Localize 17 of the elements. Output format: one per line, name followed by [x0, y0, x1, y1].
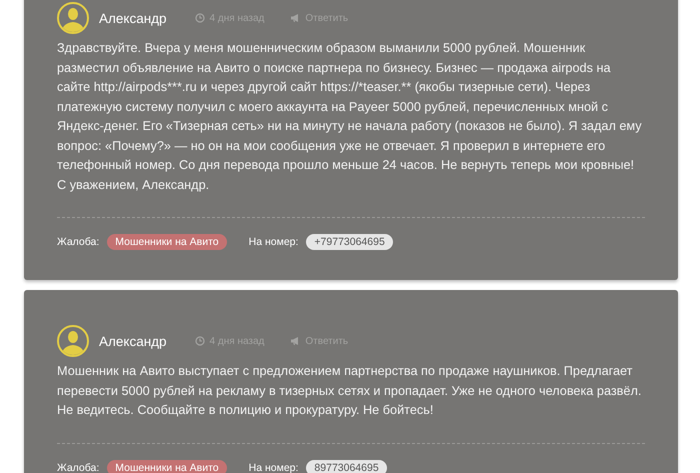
number-label: На номер:: [248, 462, 298, 473]
complaint-tag[interactable]: Мошенники на Авито: [107, 234, 227, 250]
avatar-icon: [57, 325, 89, 357]
clock-icon: [194, 13, 205, 23]
author-name: Александр: [99, 10, 167, 26]
comment-text: Здравствуйте. Вчера у меня мошенническим образом выманили 5000 рублей. Мошенник разместил объявление на Авито о поиске партнера по бизнесу. Бизнес — продажа airpods на сайте http://airpods***.ru и через другой сайт https://*teaser.** (якобы тизерные сети). Через платежную систему получил с моего аккаунта на Payeer 5000 рублей, перечисленных мной с Яндекс-денег. Его «Тизерная сеть» ни на минуту не начала работу (показов не было). Я задал ему вопрос: «Почему?» — но он на мои сообщения уже не отвечает. Я проверил в интернете его телефонный номер. Со дня перевода прошло меньше 24 часов. Не вернуть теперь мои кровные! С уважением, Александр.: [57, 40, 643, 194]
clock-icon: [194, 336, 205, 346]
megaphone-icon: [290, 336, 300, 346]
megaphone-icon: [290, 13, 300, 23]
comment-text: Мошенник на Авито выступает с предложением партнерства по продаже наушников. Предлагает перевести 5000 рублей на рекламу в тизерных сетях и пропадает. Уже не одного человека развёл. Не ведитесь. Сообщайте в полицию и прокуратуру. Не бойтесь!: [57, 363, 642, 419]
complaint-tag[interactable]: Мошенники на Авито: [107, 460, 227, 473]
number-label: На номер:: [248, 236, 298, 248]
phone-number-tag[interactable]: +79773064695: [306, 234, 393, 250]
complaint-label: Жалоба:: [57, 462, 100, 473]
complaint-label: Жалоба:: [57, 236, 100, 248]
author-name: Александр: [99, 334, 167, 348]
phone-number-tag[interactable]: 89773064695: [306, 460, 387, 473]
